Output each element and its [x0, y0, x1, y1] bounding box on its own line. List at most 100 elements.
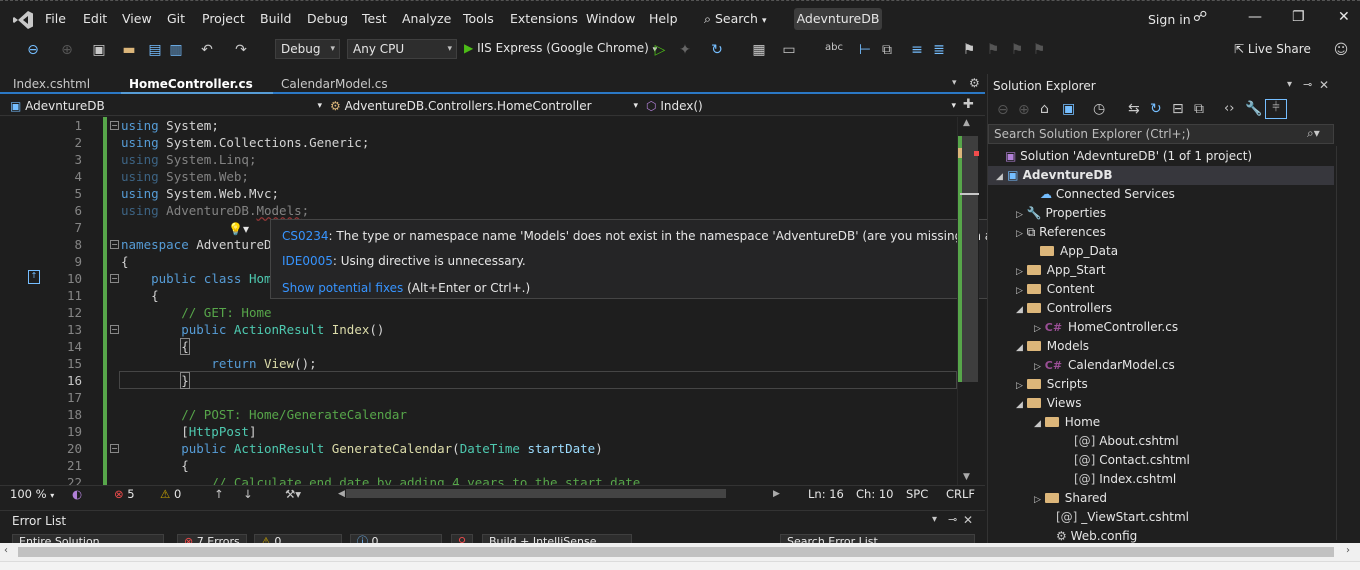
- collapse-icon[interactable]: −: [110, 325, 119, 334]
- warning-count[interactable]: ⚠ 0: [160, 487, 181, 501]
- tree-item-index-cshtml[interactable]: [@] Index.cshtml: [1074, 470, 1176, 489]
- codelens-icon[interactable]: ↑: [28, 270, 40, 284]
- scroll-right-icon[interactable]: ›: [1346, 545, 1350, 556]
- refresh-icon[interactable]: ↻: [708, 42, 726, 58]
- pin-icon[interactable]: ⊸: [1303, 78, 1312, 91]
- undo-icon[interactable]: ↶: [198, 42, 216, 58]
- new-project-icon[interactable]: ▣: [90, 42, 108, 58]
- close-panel-icon[interactable]: ✕: [1319, 78, 1329, 92]
- show-all-files-icon[interactable]: ⧉: [1194, 101, 1204, 117]
- zoom-dropdown[interactable]: 100 % ▾: [10, 487, 54, 501]
- search-icon[interactable]: ⌕▾: [1307, 126, 1320, 141]
- tab-index-cshtml[interactable]: Index.cshtml: [5, 76, 98, 94]
- tree-item-models[interactable]: ◢ Models: [1016, 337, 1089, 356]
- line-ending-indicator[interactable]: CRLF: [946, 487, 975, 501]
- scroll-right-icon[interactable]: ▶: [773, 489, 780, 499]
- column-indicator[interactable]: Ch: 10: [856, 487, 893, 501]
- refresh-icon[interactable]: ↻: [1150, 101, 1162, 117]
- split-window-icon[interactable]: ✚: [963, 97, 974, 112]
- tab-homecontroller-cs[interactable]: HomeController.cs ⊸ ✕: [121, 76, 273, 107]
- visual-studio-logo-icon[interactable]: [12, 10, 34, 30]
- forward-icon[interactable]: ⊕: [1018, 102, 1030, 118]
- menu-view[interactable]: View: [122, 11, 152, 26]
- show-potential-fixes-link[interactable]: Show potential fixes: [282, 281, 403, 295]
- scrollbar-thumb[interactable]: [962, 136, 978, 382]
- next-bookmark-icon[interactable]: ⚑: [1008, 42, 1026, 58]
- tree-item-home[interactable]: ◢ Home: [1034, 413, 1100, 432]
- menu-window[interactable]: Window: [586, 11, 635, 26]
- spacing-indicator[interactable]: SPC: [906, 487, 928, 501]
- panel-dropdown-icon[interactable]: ▾: [932, 514, 937, 525]
- error-code-link[interactable]: CS0234: [282, 229, 329, 243]
- line-indicator[interactable]: Ln: 16: [808, 487, 844, 501]
- project-dropdown[interactable]: ▣ AdevntureDB ▾: [10, 97, 322, 115]
- tab-list-dropdown-icon[interactable]: ▾: [952, 78, 957, 88]
- save-all-icon[interactable]: ▥: [167, 42, 185, 58]
- solution-platform-dropdown[interactable]: Any CPU ▾: [347, 39, 457, 59]
- window-scrollbar-thumb[interactable]: [18, 547, 1334, 557]
- member-dropdown[interactable]: ⬡ Index() ▾: [646, 97, 956, 115]
- tree-item-contact-cshtml[interactable]: [@] Contact.cshtml: [1074, 451, 1190, 470]
- tree-item-app-start[interactable]: ▷ App_Start: [1016, 261, 1106, 280]
- menu-build[interactable]: Build: [260, 11, 291, 26]
- solution-configuration-dropdown[interactable]: Debug ▾: [275, 39, 340, 59]
- lightbulb-icon[interactable]: 💡▾: [228, 222, 256, 238]
- open-folder-icon[interactable]: ▬: [120, 42, 138, 58]
- tree-item-properties[interactable]: ▷ 🔧 Properties: [1016, 204, 1106, 223]
- layout-icon[interactable]: ▭: [780, 42, 798, 58]
- tree-item-connected-services[interactable]: ☁ Connected Services: [1040, 185, 1175, 204]
- switch-views-icon[interactable]: ▣: [1062, 101, 1075, 117]
- scroll-down-icon[interactable]: ▼: [963, 472, 970, 482]
- live-share-button[interactable]: ⇱ Live Share: [1234, 42, 1311, 56]
- menu-edit[interactable]: Edit: [83, 11, 107, 26]
- back-icon[interactable]: ⊖: [997, 102, 1009, 118]
- error-count[interactable]: ⊗ 5: [114, 487, 135, 501]
- start-without-debugging-icon[interactable]: ▷: [651, 42, 669, 58]
- properties-wrench-icon[interactable]: 🔧: [1245, 101, 1262, 117]
- preview-selected-icon[interactable]: ⫩: [1265, 99, 1287, 119]
- close-window-icon[interactable]: ✕: [1338, 9, 1350, 25]
- tree-item-content[interactable]: ▷ Content: [1016, 280, 1094, 299]
- tree-item-calendarmodel-cs[interactable]: ▷ C# CalendarModel.cs: [1034, 356, 1175, 375]
- previous-issue-icon[interactable]: ↑: [214, 487, 224, 501]
- horizontal-scrollbar-thumb[interactable]: [346, 489, 726, 498]
- copilot-icon[interactable]: ◐: [72, 487, 82, 501]
- format-icon[interactable]: ⧉: [878, 42, 896, 58]
- start-debugging-button[interactable]: ▶ IIS Express (Google Chrome) ▾: [464, 41, 657, 55]
- collapse-icon[interactable]: −: [110, 444, 119, 453]
- search-solution-explorer-input[interactable]: Search Solution Explorer (Ctrl+;): [988, 124, 1334, 144]
- home-icon[interactable]: ⌂: [1040, 101, 1049, 117]
- tree-item-references[interactable]: ▷ ⧉ References: [1016, 223, 1106, 242]
- view-code-icon[interactable]: ‹›: [1224, 101, 1234, 116]
- collapse-icon[interactable]: −: [110, 274, 119, 283]
- menu-git[interactable]: Git: [167, 11, 185, 26]
- project-node[interactable]: ◢ ▣ AdevntureDB: [996, 166, 1112, 185]
- tree-item-controllers[interactable]: ◢ Controllers: [1016, 299, 1112, 318]
- gear-icon[interactable]: ⚙: [969, 76, 980, 90]
- prev-bookmark-icon[interactable]: ⚑: [984, 42, 1002, 58]
- solution-node[interactable]: ▣ Solution 'AdevntureDB' (1 of 1 project…: [1005, 147, 1252, 166]
- solution-explorer-scrollbar[interactable]: [1336, 146, 1350, 540]
- scroll-left-icon[interactable]: ‹: [4, 545, 8, 556]
- step-icon[interactable]: ⊢: [856, 42, 874, 58]
- clear-bookmarks-icon[interactable]: ⚑: [1030, 42, 1048, 58]
- collapse-icon[interactable]: −: [110, 121, 119, 130]
- tree-item-shared[interactable]: ▷ Shared: [1034, 489, 1107, 508]
- collapse-all-icon[interactable]: ⊟: [1172, 101, 1184, 117]
- save-icon[interactable]: ▤: [146, 42, 164, 58]
- bookmark-icon[interactable]: ⚑: [960, 42, 978, 58]
- tree-item-app-data[interactable]: App_Data: [1040, 242, 1118, 261]
- error-code-link[interactable]: IDE0005: [282, 254, 333, 268]
- minimize-icon[interactable]: —: [1248, 9, 1262, 25]
- hot-reload-icon[interactable]: ✦: [676, 42, 694, 58]
- comment-icon[interactable]: ≡: [908, 42, 926, 58]
- account-settings-icon[interactable]: ☍: [1193, 9, 1207, 25]
- restore-icon[interactable]: ❐: [1292, 9, 1305, 25]
- tree-item-homecontroller-cs[interactable]: ▷ C# HomeController.cs: [1034, 318, 1178, 337]
- collapse-icon[interactable]: −: [110, 240, 119, 249]
- tree-item-viewstart-cshtml[interactable]: [@] _ViewStart.cshtml: [1056, 508, 1189, 527]
- menu-tools[interactable]: Tools: [463, 11, 494, 26]
- sign-in-link[interactable]: Sign in: [1148, 12, 1191, 27]
- tab-calendarmodel-cs[interactable]: CalendarModel.cs: [273, 76, 396, 94]
- spell-check-icon[interactable]: abc: [825, 42, 843, 53]
